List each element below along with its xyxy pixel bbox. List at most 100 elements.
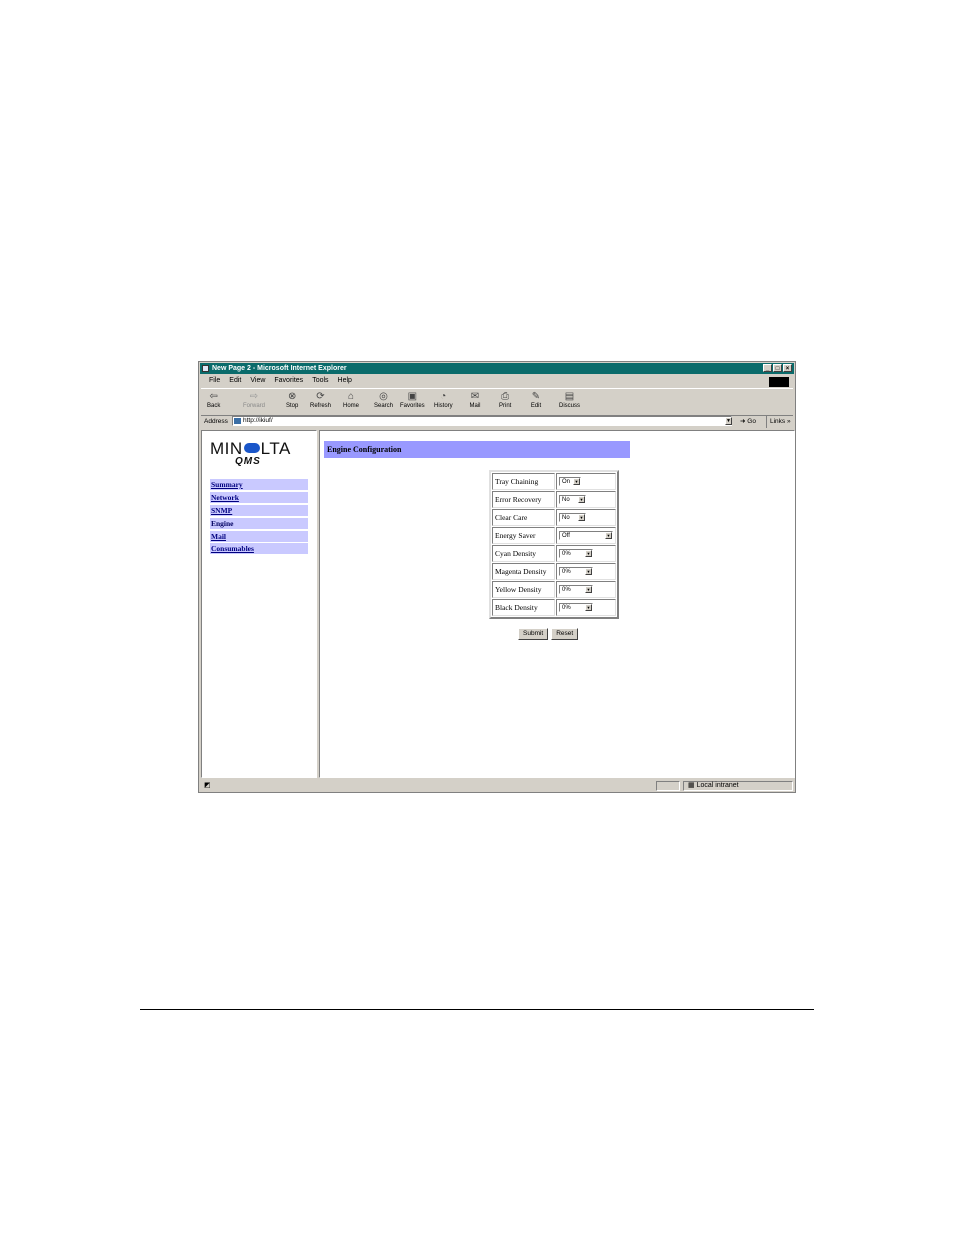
yellow-density-select[interactable]: 0% ▼ <box>559 585 593 595</box>
submit-button[interactable]: Submit <box>518 628 549 640</box>
home-button[interactable]: ⌂ Home <box>343 391 359 409</box>
clear-care-select[interactable]: No ▼ <box>559 513 586 523</box>
tray-chaining-select[interactable]: On ▼ <box>559 477 581 487</box>
address-url: http://ikiuf/ <box>243 417 273 424</box>
energy-saver-select[interactable]: Off ▼ <box>559 531 613 541</box>
mail-button[interactable]: ✉ Mail <box>469 391 481 409</box>
menu-favorites[interactable]: Favorites <box>274 375 303 387</box>
nav-link-engine[interactable]: Engine <box>210 517 308 529</box>
logo-o-mark <box>243 443 260 453</box>
zone-indicator: ▦ Local intranet <box>683 781 793 791</box>
table-row: Error Recovery No ▼ <box>492 491 616 508</box>
search-icon: ◎ <box>379 391 388 402</box>
nav-link-snmp[interactable]: SNMP <box>210 504 308 516</box>
mail-icon: ✉ <box>470 391 480 402</box>
table-row: Yellow Density 0% ▼ <box>492 581 616 598</box>
chevron-down-icon: ▼ <box>605 532 612 540</box>
go-arrow-icon: ➜ <box>740 418 746 425</box>
address-label: Address <box>204 418 228 425</box>
windows-logo-icon <box>769 377 789 387</box>
menu-tools[interactable]: Tools <box>312 375 328 387</box>
nav-link-consumables[interactable]: Consumables <box>210 543 308 555</box>
edit-button[interactable]: ✎ Edit <box>530 391 542 409</box>
page-done-icon: ◩ <box>204 782 211 789</box>
history-icon: ◔ <box>440 391 447 402</box>
forward-arrow-icon: ⇨ <box>249 391 259 402</box>
links-button[interactable]: Links » <box>766 415 791 428</box>
chevron-down-icon: ▼ <box>585 604 592 612</box>
stop-button[interactable]: ⊗ Stop <box>286 391 298 409</box>
table-row: Magenta Density 0% ▼ <box>492 563 616 580</box>
page-icon <box>234 418 241 424</box>
chevron-down-icon: ▼ <box>585 586 592 594</box>
config-label: Yellow Density <box>492 581 555 598</box>
close-button[interactable]: × <box>783 364 792 372</box>
search-button[interactable]: ◎ Search <box>374 391 393 409</box>
minimize-button[interactable]: _ <box>763 364 772 372</box>
print-icon: ⎙ <box>501 391 510 402</box>
browser-window: New Page 2 - Microsoft Internet Explorer… <box>198 361 796 793</box>
nav-list: Summary Network SNMP Engine Mail Consuma… <box>210 479 308 556</box>
table-row: Clear Care No ▼ <box>492 509 616 526</box>
toolbar: ⇦ Back ⇨ Forward ⊗ Stop ⟳ Refresh ⌂ Home ◎ Sea… <box>201 388 793 416</box>
magenta-density-select[interactable]: 0% ▼ <box>559 567 593 577</box>
table-row: Cyan Density 0% ▼ <box>492 545 616 562</box>
status-cell <box>656 781 680 791</box>
maximize-button[interactable]: □ <box>773 364 782 372</box>
engine-config-table: Tray Chaining On ▼ Error Recovery No ▼ Cle… <box>489 470 619 619</box>
back-button[interactable]: ⇦ Back <box>207 391 220 409</box>
chevron-down-icon: ▼ <box>585 568 592 576</box>
forward-button[interactable]: ⇨ Forward <box>243 391 265 409</box>
favorites-button[interactable]: ▣ Favorites <box>400 391 425 409</box>
menu-bar: File Edit View Favorites Tools Help <box>201 375 793 387</box>
page-title: Engine Configuration <box>324 441 630 458</box>
config-label: Tray Chaining <box>492 473 555 490</box>
print-button[interactable]: ⎙ Print <box>499 391 511 409</box>
refresh-button[interactable]: ⟳ Refresh <box>310 391 331 409</box>
form-buttons: Submit Reset <box>518 628 579 640</box>
intranet-icon: ▦ <box>688 782 695 789</box>
stop-icon: ⊗ <box>287 391 297 402</box>
table-row: Energy Saver Off ▼ <box>492 527 616 544</box>
nav-link-mail[interactable]: Mail <box>210 530 308 542</box>
title-bar: New Page 2 - Microsoft Internet Explorer… <box>200 363 794 374</box>
qms-logo: QMS <box>235 456 261 467</box>
menu-help[interactable]: Help <box>338 375 352 387</box>
back-arrow-icon: ⇦ <box>209 391 218 402</box>
nav-link-network[interactable]: Network <box>210 491 308 503</box>
cyan-density-select[interactable]: 0% ▼ <box>559 549 593 559</box>
address-bar: Address http://ikiuf/ ▼ ➜ Go Links » <box>201 415 793 428</box>
chevron-down-icon: ▼ <box>573 478 580 486</box>
address-dropdown-icon[interactable]: ▼ <box>725 417 732 425</box>
error-recovery-select[interactable]: No ▼ <box>559 495 586 505</box>
window-title: New Page 2 - Microsoft Internet Explorer <box>212 365 347 372</box>
config-label: Cyan Density <box>492 545 555 562</box>
nav-link-summary[interactable]: Summary <box>210 479 308 490</box>
content-frame: Engine Configuration Tray Chaining On ▼ E… <box>319 430 795 778</box>
address-input[interactable]: http://ikiuf/ <box>232 416 732 426</box>
ie-icon <box>202 365 209 372</box>
reset-button[interactable]: Reset <box>551 628 579 640</box>
table-row: Black Density 0% ▼ <box>492 599 616 616</box>
status-bar: ◩ ▦ Local intranet <box>201 780 793 792</box>
menu-edit[interactable]: Edit <box>229 375 241 387</box>
config-label: Error Recovery <box>492 491 555 508</box>
chevron-down-icon: ▼ <box>585 550 592 558</box>
history-button[interactable]: ◔ History <box>434 391 453 409</box>
chevron-down-icon: ▼ <box>578 496 585 504</box>
black-density-select[interactable]: 0% ▼ <box>559 603 593 613</box>
table-row: Tray Chaining On ▼ <box>492 473 616 490</box>
config-label: Magenta Density <box>492 563 555 580</box>
config-label: Energy Saver <box>492 527 555 544</box>
chevron-down-icon: ▼ <box>578 514 585 522</box>
discuss-button[interactable]: ▤ Discuss <box>559 391 580 409</box>
discuss-icon: ▤ <box>564 391 575 402</box>
menu-file[interactable]: File <box>209 375 220 387</box>
nav-frame: MIN LTA QMS Summary Network SNMP Engine M… <box>201 430 317 778</box>
go-button[interactable]: ➜ Go <box>740 415 756 428</box>
menu-view[interactable]: View <box>250 375 265 387</box>
refresh-icon: ⟳ <box>316 391 325 402</box>
page-divider <box>140 1009 814 1010</box>
edit-icon: ✎ <box>531 391 541 402</box>
config-label: Clear Care <box>492 509 555 526</box>
